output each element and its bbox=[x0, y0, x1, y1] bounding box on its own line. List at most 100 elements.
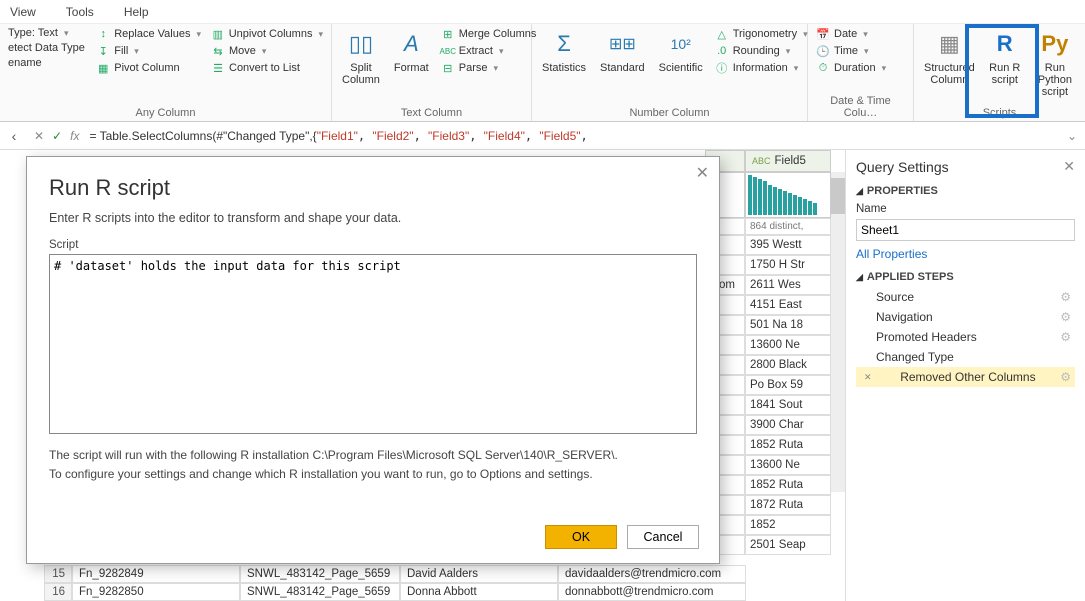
table-cell[interactable]: 501 Na 18 bbox=[745, 315, 831, 335]
merge-columns-button[interactable]: ⊞Merge Columns bbox=[439, 26, 539, 42]
abc-type-icon: ABC bbox=[752, 156, 771, 166]
rounding-button[interactable]: .0Rounding▾ bbox=[713, 43, 810, 59]
pivot-column-button[interactable]: ▦Pivot Column bbox=[94, 60, 203, 76]
merge-icon: ⊞ bbox=[441, 27, 455, 41]
rename-button[interactable]: ename bbox=[6, 56, 88, 70]
scientific-icon: 10² bbox=[665, 28, 697, 60]
table-cell[interactable]: 2611 Wes bbox=[745, 275, 831, 295]
close-icon[interactable]: ✕ bbox=[1063, 158, 1075, 175]
tutorial-highlight bbox=[965, 24, 1039, 118]
dialog-close-icon[interactable]: ✕ bbox=[696, 163, 709, 183]
vertical-scrollbar[interactable] bbox=[831, 172, 845, 492]
fill-icon: ↧ bbox=[96, 44, 110, 58]
statistics-button[interactable]: ΣStatistics bbox=[538, 26, 590, 105]
run-r-script-dialog: ✕ Run R script Enter R scripts into the … bbox=[26, 156, 720, 564]
table-cell[interactable]: Po Box 59 bbox=[745, 375, 831, 395]
split-icon: ▯▯ bbox=[345, 28, 377, 60]
data-type-button[interactable]: Type: Text▾ bbox=[6, 26, 88, 40]
gear-icon[interactable]: ⚙ bbox=[1060, 370, 1071, 384]
table-cell[interactable]: 1852 bbox=[745, 515, 831, 535]
extract-icon: ABC bbox=[441, 44, 455, 58]
query-name-input[interactable] bbox=[856, 219, 1075, 241]
cancel-button[interactable]: Cancel bbox=[627, 525, 699, 549]
table-row[interactable]: 15Fn_9282849SNWL_483142_Page_5659David A… bbox=[44, 565, 845, 583]
date-button[interactable]: 📅Date▾ bbox=[814, 26, 888, 42]
gear-icon[interactable]: ⚙ bbox=[1060, 330, 1071, 344]
table-cell[interactable]: 13600 Ne bbox=[745, 335, 831, 355]
table-cell[interactable]: 1872 Ruta bbox=[745, 495, 831, 515]
bottom-table-rows: 15Fn_9282849SNWL_483142_Page_5659David A… bbox=[44, 565, 845, 601]
parse-button[interactable]: ⊟Parse▾ bbox=[439, 60, 539, 76]
trig-icon: △ bbox=[715, 27, 729, 41]
table-cell[interactable]: 2800 Black bbox=[745, 355, 831, 375]
applied-steps-header[interactable]: Applied Steps bbox=[856, 271, 1075, 283]
formula-expand-icon[interactable]: ⌄ bbox=[1059, 129, 1085, 143]
table-cell[interactable]: 395 Westt bbox=[745, 235, 831, 255]
dialog-title: Run R script bbox=[49, 175, 697, 201]
script-textarea[interactable] bbox=[49, 254, 697, 434]
menu-help[interactable]: Help bbox=[124, 5, 149, 19]
information-button[interactable]: ⓘInformation▾ bbox=[713, 60, 810, 76]
properties-header[interactable]: Properties bbox=[856, 185, 1075, 197]
format-icon: A bbox=[395, 28, 427, 60]
convert-to-list-button[interactable]: ☰Convert to List bbox=[209, 60, 325, 76]
applied-step[interactable]: Removed Other Columns⚙ bbox=[856, 367, 1075, 387]
formula-text[interactable]: = Table.SelectColumns(#"Changed Type",{"… bbox=[85, 129, 1058, 143]
split-column-button[interactable]: ▯▯Split Column bbox=[338, 26, 384, 105]
replace-icon: ↕ bbox=[96, 27, 110, 41]
format-button[interactable]: AFormat bbox=[390, 26, 433, 105]
table-cell[interactable]: 1852 Ruta bbox=[745, 475, 831, 495]
trigonometry-button[interactable]: △Trigonometry▾ bbox=[713, 26, 810, 42]
list-icon: ☰ bbox=[211, 61, 225, 75]
ok-button[interactable]: OK bbox=[545, 525, 617, 549]
table-row[interactable]: 16Fn_9282850SNWL_483142_Page_5659Donna A… bbox=[44, 583, 845, 601]
gear-icon[interactable]: ⚙ bbox=[1060, 310, 1071, 324]
table-cell[interactable]: 4151 East bbox=[745, 295, 831, 315]
name-label: Name bbox=[856, 203, 1075, 215]
scientific-button[interactable]: 10²Scientific bbox=[655, 26, 707, 105]
applied-step[interactable]: Changed Type bbox=[856, 347, 1075, 367]
applied-step[interactable]: Promoted Headers⚙ bbox=[856, 327, 1075, 347]
table-cell[interactable]: 3900 Char bbox=[745, 415, 831, 435]
extract-button[interactable]: ABCExtract▾ bbox=[439, 43, 539, 59]
ribbon: Type: Text▾ etect Data Type ename ↕Repla… bbox=[0, 24, 1085, 122]
round-icon: .0 bbox=[715, 44, 729, 58]
move-button[interactable]: ⇆Move▾ bbox=[209, 43, 325, 59]
nav-panel-toggle[interactable]: ‹ bbox=[0, 128, 28, 144]
py-icon: Py bbox=[1039, 28, 1071, 60]
fill-button[interactable]: ↧Fill▾ bbox=[94, 43, 203, 59]
table-cell[interactable]: 1841 Sout bbox=[745, 395, 831, 415]
detect-data-type-button[interactable]: etect Data Type bbox=[6, 41, 88, 55]
all-properties-link[interactable]: All Properties bbox=[856, 247, 927, 261]
ribbon-group-number-column: ΣStatistics ⊞⊞Standard 10²Scientific △Tr… bbox=[532, 24, 808, 121]
formula-commit-icon[interactable]: ✓ bbox=[52, 129, 62, 143]
stats-icon: Σ bbox=[548, 28, 580, 60]
unpivot-columns-button[interactable]: ▥Unpivot Columns▾ bbox=[209, 26, 325, 42]
table-cell[interactable]: 1852 Ruta bbox=[745, 435, 831, 455]
applied-step[interactable]: Source⚙ bbox=[856, 287, 1075, 307]
table-cell[interactable]: 1750 H Str bbox=[745, 255, 831, 275]
time-button[interactable]: 🕒Time▾ bbox=[814, 43, 888, 59]
fx-icon[interactable]: fx bbox=[70, 129, 79, 143]
group-label-number-column: Number Column bbox=[538, 105, 801, 121]
standard-button[interactable]: ⊞⊞Standard bbox=[596, 26, 649, 105]
preview-column-field5: ▾ ABCField5 864 distinct, 395 Westt1750 … bbox=[705, 150, 831, 555]
group-label-text-column: Text Column bbox=[338, 105, 525, 121]
calendar-icon: 📅 bbox=[816, 27, 830, 41]
formula-cancel-icon[interactable]: ✕ bbox=[34, 129, 44, 143]
info-icon: ⓘ bbox=[715, 61, 729, 75]
dialog-subtitle: Enter R scripts into the editor to trans… bbox=[49, 211, 697, 225]
script-label: Script bbox=[49, 239, 697, 251]
duration-button[interactable]: ⏱Duration▾ bbox=[814, 60, 888, 76]
menu-tools[interactable]: Tools bbox=[66, 5, 94, 19]
table-cell[interactable]: 13600 Ne bbox=[745, 455, 831, 475]
column-header-field5[interactable]: ABCField5 bbox=[745, 150, 831, 172]
gear-icon[interactable]: ⚙ bbox=[1060, 290, 1071, 304]
pivot-icon: ▦ bbox=[96, 61, 110, 75]
table-cell[interactable]: 2501 Seap bbox=[745, 535, 831, 555]
applied-step[interactable]: Navigation⚙ bbox=[856, 307, 1075, 327]
column-histogram bbox=[745, 172, 831, 218]
ribbon-group-date-time: 📅Date▾ 🕒Time▾ ⏱Duration▾ Date & Time Col… bbox=[808, 24, 914, 121]
menu-view[interactable]: View bbox=[10, 5, 36, 19]
replace-values-button[interactable]: ↕Replace Values▾ bbox=[94, 26, 203, 42]
